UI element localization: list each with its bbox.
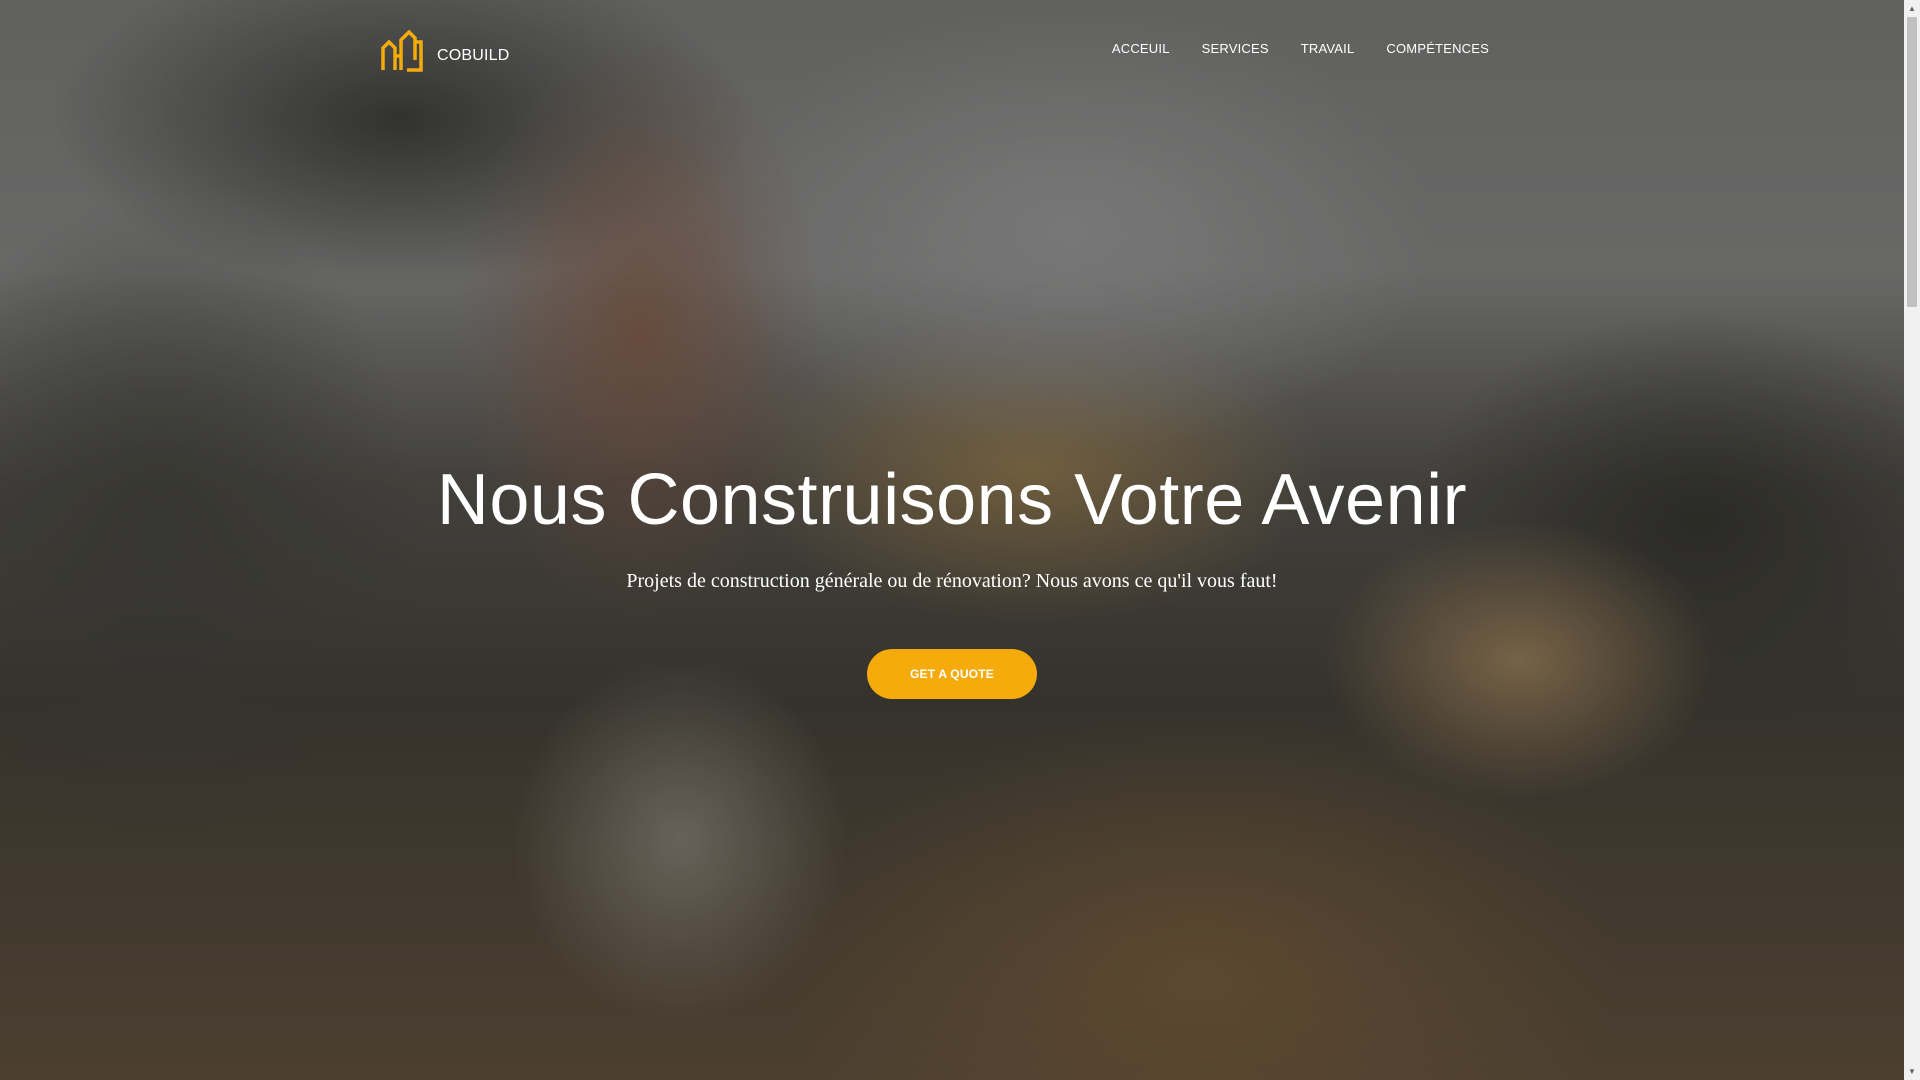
hero-title: Nous Construisons Votre Avenir	[436, 460, 1468, 540]
scroll-up-arrow-icon[interactable]: ▲	[1904, 0, 1920, 17]
scroll-down-arrow-icon[interactable]: ▼	[1904, 1063, 1920, 1080]
hero-subtitle: Projets de construction générale ou de r…	[626, 570, 1278, 592]
hero-content: Nous Construisons Votre Avenir Projets d…	[0, 0, 1904, 1080]
get-a-quote-button[interactable]: GET A QUOTE	[867, 649, 1037, 699]
vertical-scrollbar[interactable]: ▲ ▼	[1904, 0, 1920, 1080]
scrollbar-thumb[interactable]	[1907, 17, 1917, 307]
